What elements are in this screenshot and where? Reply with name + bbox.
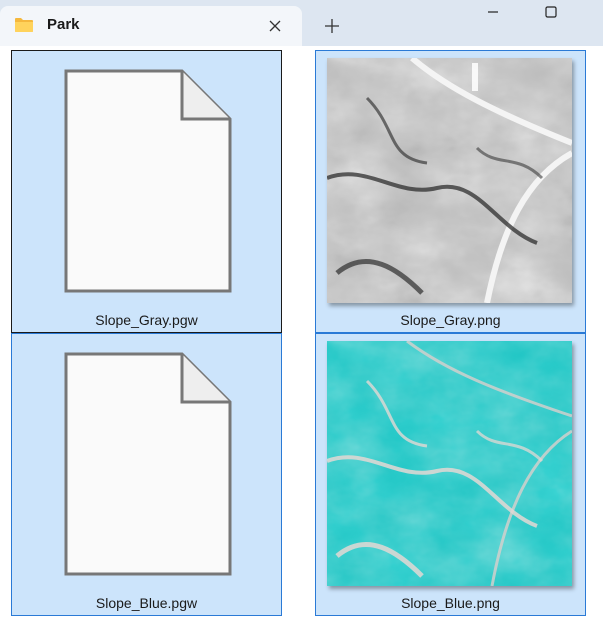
title-bar: Park [0,0,603,46]
file-grid: Slope_Gray.pgw Slope_Gray.png Slope_Blue… [0,46,603,622]
close-icon[interactable] [265,16,285,36]
file-name: Slope_Blue.pgw [95,595,198,611]
document-icon [64,352,232,576]
file-tile[interactable]: Slope_Blue.png [315,333,586,616]
file-tile[interactable]: Slope_Blue.pgw [11,333,282,616]
plus-icon[interactable] [322,16,342,36]
maximize-icon[interactable] [536,0,566,26]
file-name: Slope_Gray.png [400,312,501,328]
image-thumbnail [327,58,572,303]
file-tile[interactable]: Slope_Gray.png [315,50,586,333]
tab-park[interactable]: Park [0,6,302,46]
tab-title: Park [47,16,80,33]
file-tile[interactable]: Slope_Gray.pgw [11,50,282,333]
file-name: Slope_Gray.pgw [95,312,198,328]
image-thumbnail [327,341,572,586]
document-icon [64,69,232,293]
file-name: Slope_Blue.png [401,595,500,611]
folder-icon [15,18,33,32]
minimize-icon[interactable] [478,0,508,26]
